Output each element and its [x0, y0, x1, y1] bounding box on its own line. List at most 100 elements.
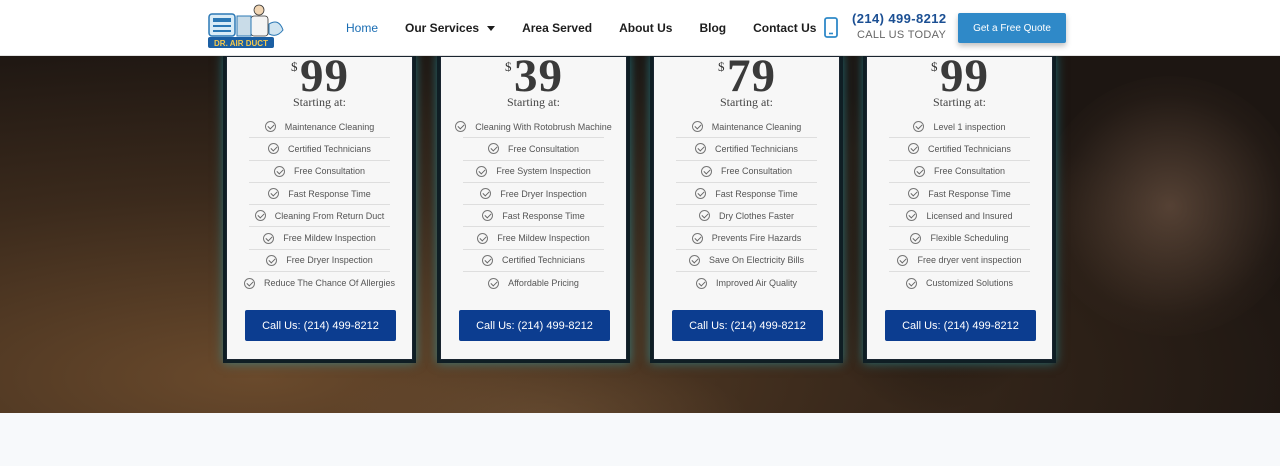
currency-symbol: $ [291, 59, 298, 74]
call-us-today-label: CALL US TODAY [857, 29, 947, 41]
check-circle-icon [910, 232, 922, 244]
check-circle-icon [908, 143, 920, 155]
check-circle-icon [698, 210, 710, 222]
check-circle-icon [691, 232, 703, 244]
feature-item: Free Dryer Inspection [463, 183, 604, 206]
pricing-hero: $ 99 Starting at: Maintenance Cleaning C… [0, 56, 1280, 413]
feature-item: Free Consultation [676, 161, 817, 183]
check-circle-icon [244, 277, 256, 289]
feature-item: Cleaning From Return Duct [249, 205, 390, 228]
svg-text:DR. AIR DUCT: DR. AIR DUCT [214, 39, 268, 48]
nav-our-services[interactable]: Our Services [405, 21, 496, 35]
feature-item: Certified Technicians [676, 138, 817, 161]
mobile-phone-icon [824, 17, 838, 38]
feature-item: Dry Clothes Faster [676, 205, 817, 228]
starting-at-label: Starting at: [293, 95, 346, 109]
feature-item: Flexible Scheduling [889, 227, 1030, 250]
feature-item: Free Mildew Inspection [249, 227, 390, 250]
starting-at-label: Starting at: [720, 95, 773, 109]
feature-item: Licensed and Insured [889, 205, 1030, 228]
starting-at-label: Starting at: [933, 95, 986, 109]
feature-list: Cleaning With Rotobrush Machine Free Con… [455, 116, 612, 294]
check-circle-icon [264, 121, 276, 133]
feature-item: Free Consultation [249, 161, 390, 183]
feature-item: Free dryer vent inspection [889, 250, 1030, 273]
currency-symbol: $ [505, 59, 512, 74]
feature-item: Free Consultation [463, 138, 604, 161]
check-circle-icon [455, 121, 467, 133]
feature-item: Free System Inspection [463, 161, 604, 183]
next-section [0, 413, 1280, 466]
check-circle-icon [482, 254, 494, 266]
check-circle-icon [488, 277, 500, 289]
feature-item: Cleaning With Rotobrush Machine [455, 116, 612, 139]
check-circle-icon [905, 277, 917, 289]
check-circle-icon [268, 188, 280, 200]
check-circle-icon [688, 254, 700, 266]
currency-symbol: $ [718, 59, 725, 74]
check-circle-icon [700, 165, 712, 177]
check-circle-icon [691, 121, 703, 133]
call-us-button[interactable]: Call Us: (214) 499-8212 [885, 310, 1036, 341]
check-circle-icon [480, 188, 492, 200]
feature-list: Maintenance Cleaning Certified Technicia… [244, 116, 395, 294]
main-nav: Home Our Services Area Served About Us B… [346, 0, 843, 56]
check-circle-icon [266, 254, 278, 266]
check-circle-icon [482, 210, 494, 222]
currency-symbol: $ [931, 59, 938, 74]
feature-list: Level 1 inspection Certified Technicians… [889, 116, 1030, 294]
feature-item: Fast Response Time [463, 205, 604, 228]
feature-item: Fast Response Time [249, 183, 390, 206]
check-circle-icon [908, 188, 920, 200]
check-circle-icon [263, 232, 275, 244]
feature-item: Free Dryer Inspection [249, 250, 390, 273]
check-circle-icon [913, 165, 925, 177]
check-circle-icon [695, 188, 707, 200]
nav-area-served[interactable]: Area Served [522, 21, 592, 35]
check-circle-icon [273, 165, 285, 177]
feature-item: Prevents Fire Hazards [676, 227, 817, 250]
pricing-card: $ 39 Starting at: Cleaning With Rotobrus… [440, 56, 627, 360]
nav-about-us[interactable]: About Us [619, 21, 672, 35]
check-circle-icon [487, 143, 499, 155]
call-us-button[interactable]: Call Us: (214) 499-8212 [459, 310, 610, 341]
check-circle-icon [906, 210, 918, 222]
feature-item: Maintenance Cleaning [249, 116, 390, 139]
feature-item: Customized Solutions [889, 272, 1030, 294]
nav-contact-us[interactable]: Contact Us [753, 21, 816, 35]
nav-blog[interactable]: Blog [699, 21, 726, 35]
site-header: DR. AIR DUCT Home Our Services Area Serv… [0, 0, 1280, 56]
feature-item: Fast Response Time [889, 183, 1030, 206]
feature-item: Certified Technicians [249, 138, 390, 161]
pricing-card: $ 99 Starting at: Level 1 inspection Cer… [866, 56, 1053, 360]
check-circle-icon [897, 254, 909, 266]
pricing-card: $ 99 Starting at: Maintenance Cleaning C… [226, 56, 413, 360]
feature-item: Improved Air Quality [676, 272, 817, 294]
check-circle-icon [477, 232, 489, 244]
check-circle-icon [476, 165, 488, 177]
feature-item: Free Mildew Inspection [463, 227, 604, 250]
feature-list: Maintenance Cleaning Certified Technicia… [676, 116, 817, 294]
nav-home[interactable]: Home [346, 21, 378, 35]
chevron-down-icon [487, 25, 496, 31]
feature-item: Maintenance Cleaning [676, 116, 817, 139]
feature-item: Certified Technicians [889, 138, 1030, 161]
starting-at-label: Starting at: [507, 95, 560, 109]
feature-item: Level 1 inspection [889, 116, 1030, 139]
header-phone-number[interactable]: (214) 499-8212 [852, 11, 947, 26]
feature-item: Fast Response Time [676, 183, 817, 206]
check-circle-icon [268, 143, 280, 155]
check-circle-icon [913, 121, 925, 133]
check-circle-icon [695, 277, 707, 289]
call-us-button[interactable]: Call Us: (214) 499-8212 [245, 310, 396, 341]
feature-item: Save On Electricity Bills [676, 250, 817, 273]
check-circle-icon [695, 143, 707, 155]
call-us-button[interactable]: Call Us: (214) 499-8212 [672, 310, 823, 341]
check-circle-icon [254, 210, 266, 222]
feature-item: Certified Technicians [463, 250, 604, 273]
pricing-card: $ 79 Starting at: Maintenance Cleaning C… [653, 56, 840, 360]
feature-item: Affordable Pricing [463, 272, 604, 294]
feature-item: Reduce The Chance Of Allergies [244, 272, 395, 294]
get-free-quote-button[interactable]: Get a Free Quote [958, 13, 1066, 43]
logo[interactable]: DR. AIR DUCT [207, 4, 289, 52]
